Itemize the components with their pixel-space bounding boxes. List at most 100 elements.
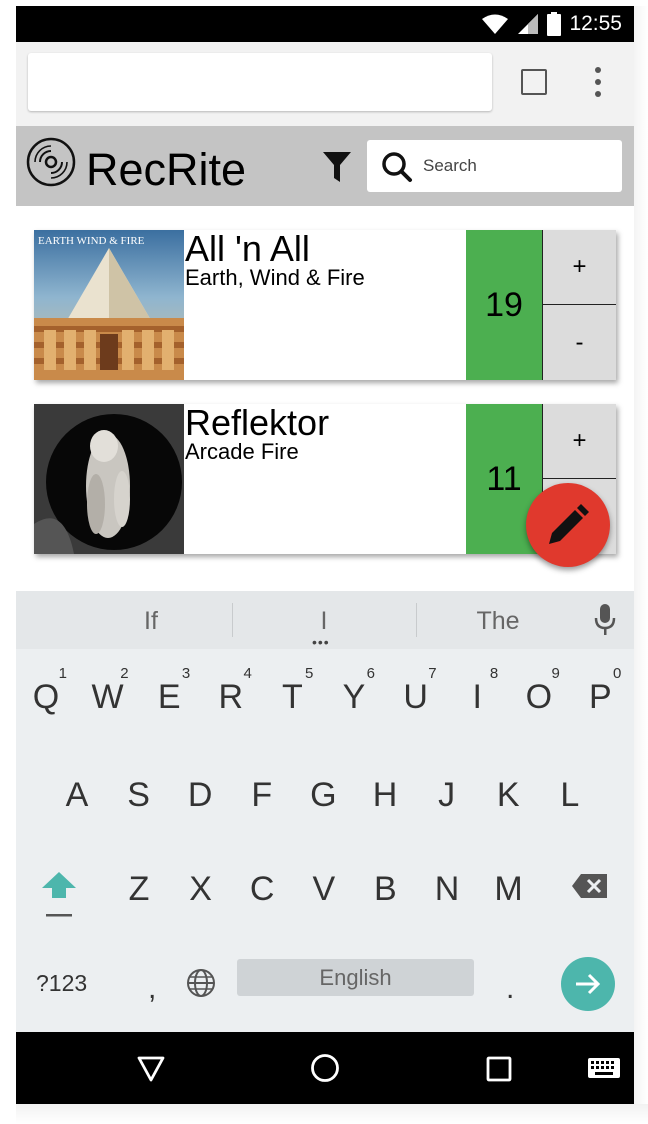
url-bar[interactable] bbox=[28, 53, 492, 111]
status-time: 12:55 bbox=[569, 12, 622, 35]
suggestion-item[interactable]: The bbox=[438, 607, 558, 636]
key-number-hint: 8 bbox=[489, 665, 499, 682]
status-bar: 12:55 bbox=[16, 6, 634, 42]
device-shadow-right bbox=[634, 6, 648, 1104]
letter-key[interactable]: J bbox=[420, 752, 474, 822]
key-label: Z bbox=[128, 870, 150, 908]
increment-button[interactable]: + bbox=[542, 404, 616, 479]
menu-dot bbox=[595, 67, 601, 73]
key-label: S bbox=[127, 776, 150, 814]
letter-key[interactable]: A bbox=[50, 752, 104, 822]
key-label: X bbox=[189, 870, 212, 908]
key-label: F bbox=[251, 776, 273, 814]
record-title: All 'n All bbox=[185, 228, 310, 269]
key-label: D bbox=[187, 776, 213, 814]
letter-key[interactable]: U7 bbox=[389, 654, 443, 724]
letter-key[interactable]: V bbox=[297, 846, 351, 916]
letter-key[interactable]: I8 bbox=[450, 654, 504, 724]
device-shadow-bottom bbox=[16, 1104, 648, 1124]
suggestion-divider bbox=[232, 603, 233, 637]
tab-switcher-button[interactable] bbox=[521, 69, 547, 95]
search-input[interactable] bbox=[423, 150, 608, 182]
letter-key[interactable]: Y6 bbox=[327, 654, 381, 724]
letter-key[interactable]: Z bbox=[112, 846, 166, 916]
key-number-hint: 0 bbox=[613, 665, 622, 682]
record-card[interactable]: EARTH WIND & FIRE All 'n All Earth, Wind… bbox=[34, 228, 616, 380]
key-label: L bbox=[560, 776, 580, 814]
key-label: U bbox=[403, 678, 428, 716]
pencil-icon bbox=[549, 504, 589, 544]
suggestion-item[interactable]: I bbox=[264, 607, 384, 636]
microphone-icon[interactable] bbox=[594, 603, 616, 637]
letter-key[interactable]: Q1 bbox=[19, 654, 73, 724]
letter-key[interactable]: W2 bbox=[81, 654, 135, 724]
letter-key[interactable]: G bbox=[296, 752, 350, 822]
shift-key-icon[interactable] bbox=[38, 868, 80, 920]
recents-square-icon[interactable] bbox=[486, 1056, 512, 1082]
increment-button[interactable]: + bbox=[542, 230, 616, 305]
search-box[interactable] bbox=[367, 140, 622, 192]
search-icon bbox=[382, 152, 412, 182]
record-artist: Earth, Wind & Fire bbox=[185, 265, 365, 290]
battery-icon bbox=[547, 12, 562, 36]
key-label: W bbox=[91, 678, 124, 716]
back-triangle-icon[interactable] bbox=[137, 1056, 165, 1082]
record-title: Reflektor bbox=[185, 402, 330, 443]
letter-key[interactable]: T5 bbox=[265, 654, 319, 724]
letter-key[interactable]: L bbox=[543, 752, 597, 822]
letter-key[interactable]: M bbox=[482, 846, 536, 916]
suggestion-strip: If I ••• The bbox=[16, 591, 634, 649]
key-label: Q bbox=[32, 678, 60, 716]
browser-menu-button[interactable] bbox=[588, 64, 608, 100]
edit-fab-button[interactable] bbox=[526, 483, 610, 567]
key-label: V bbox=[312, 870, 336, 908]
system-nav-bar bbox=[16, 1032, 634, 1104]
album-cover-art bbox=[34, 404, 184, 554]
key-number-hint: 3 bbox=[181, 665, 191, 682]
key-number-hint: 6 bbox=[366, 665, 375, 682]
symbols-key[interactable]: ?123 bbox=[36, 970, 87, 997]
decrement-button[interactable]: - bbox=[542, 305, 616, 380]
comma-key[interactable]: , bbox=[148, 972, 156, 1006]
key-label: O bbox=[525, 678, 553, 716]
key-label: P bbox=[589, 678, 612, 716]
letter-key[interactable]: R4 bbox=[204, 654, 258, 724]
key-number-hint: 1 bbox=[58, 665, 67, 682]
letter-key[interactable]: D bbox=[173, 752, 227, 822]
letter-key[interactable]: C bbox=[235, 846, 289, 916]
suggestion-divider bbox=[416, 603, 417, 637]
key-label: B bbox=[374, 870, 397, 908]
globe-icon[interactable] bbox=[186, 968, 216, 998]
letter-key[interactable]: E3 bbox=[142, 654, 196, 724]
letter-key[interactable]: F bbox=[235, 752, 289, 822]
backspace-icon[interactable] bbox=[571, 872, 609, 900]
vinyl-record-icon bbox=[26, 137, 76, 187]
key-number-hint: 4 bbox=[243, 665, 252, 682]
letter-key[interactable]: S bbox=[112, 752, 166, 822]
keyboard-switch-icon[interactable] bbox=[588, 1058, 620, 1078]
record-artist: Arcade Fire bbox=[185, 439, 299, 464]
letter-key[interactable]: X bbox=[174, 846, 228, 916]
letter-key[interactable]: P0 bbox=[573, 654, 627, 724]
more-suggestions-dots[interactable]: ••• bbox=[312, 635, 330, 649]
key-number-hint: 7 bbox=[428, 665, 437, 682]
enter-key[interactable] bbox=[561, 957, 615, 1011]
letter-key[interactable]: B bbox=[358, 846, 412, 916]
space-bar[interactable]: English bbox=[237, 959, 474, 996]
key-label: Y bbox=[342, 678, 366, 716]
letter-key[interactable]: N bbox=[420, 846, 474, 916]
key-label: T bbox=[282, 678, 303, 716]
letter-key[interactable]: H bbox=[358, 752, 412, 822]
key-label: E bbox=[157, 678, 181, 716]
cell-signal-icon bbox=[518, 14, 539, 34]
menu-dot bbox=[595, 79, 601, 85]
home-circle-icon[interactable] bbox=[310, 1053, 340, 1083]
letter-key[interactable]: K bbox=[481, 752, 535, 822]
letter-key[interactable]: O9 bbox=[512, 654, 566, 724]
album-cover-text: EARTH WIND & FIRE bbox=[38, 235, 145, 247]
filter-icon[interactable] bbox=[322, 150, 352, 184]
record-count: 19 bbox=[466, 230, 542, 380]
key-number-hint: 9 bbox=[551, 665, 560, 682]
period-key[interactable]: . bbox=[506, 972, 514, 1006]
suggestion-item[interactable]: If bbox=[91, 607, 211, 636]
